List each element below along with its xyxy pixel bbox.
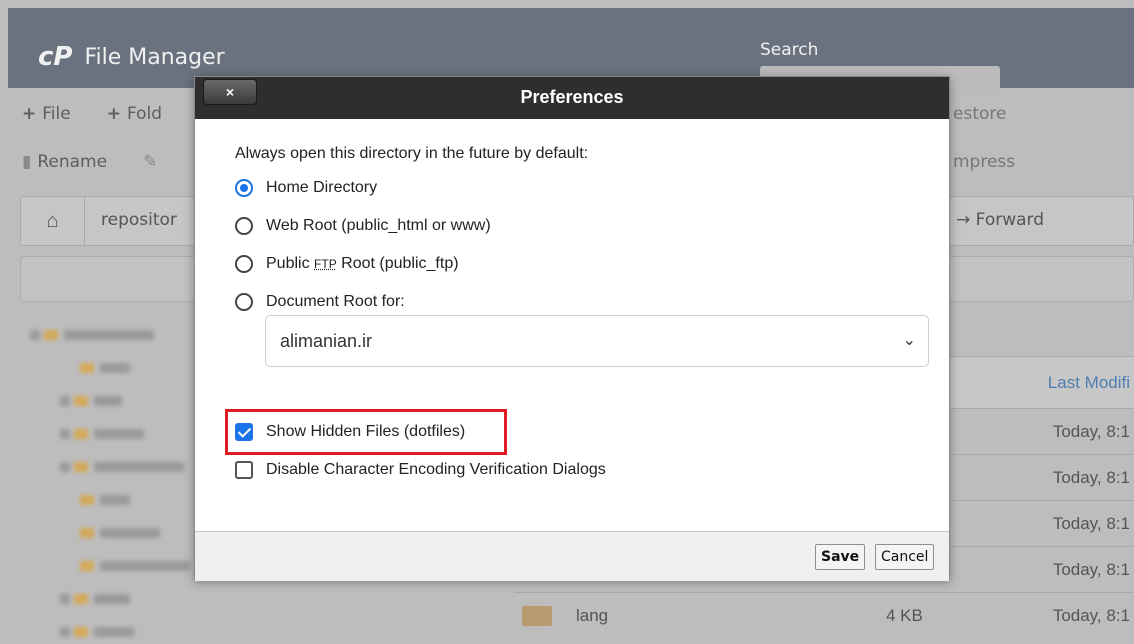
plus-icon: +	[106, 104, 121, 124]
save-button[interactable]: Save	[815, 544, 866, 570]
modified-cell: Today, 8:1	[1052, 559, 1130, 579]
default-directory-prompt: Always open this directory in the future…	[235, 145, 589, 162]
document-root-value: alimanian.ir	[280, 330, 373, 351]
chevron-down-icon: ⌄	[902, 332, 916, 349]
disable-encoding-checkbox[interactable]	[235, 461, 253, 479]
option-web-root-label: Web Root (public_html or www)	[266, 217, 491, 234]
home-icon: ⌂	[46, 209, 59, 232]
option-home-directory[interactable]: Home Directory	[235, 179, 377, 197]
dialog-footer: Save Cancel	[195, 531, 949, 581]
home-button[interactable]: ⌂	[21, 197, 85, 245]
option-document-root[interactable]: Document Root for:	[235, 293, 405, 311]
show-hidden-files-label: Show Hidden Files (dotfiles)	[266, 423, 466, 440]
plus-icon: +	[22, 104, 37, 124]
ftp-prefix: Public	[266, 255, 315, 272]
dialog-title: Preferences	[520, 87, 624, 107]
search-label: Search	[760, 40, 819, 60]
tree-item[interactable]	[30, 582, 510, 615]
new-folder-button[interactable]: + Fold	[107, 104, 162, 124]
rename-button[interactable]: ▮ Rename	[22, 152, 107, 172]
table-row[interactable]: lang 4 KB Today, 8:1	[514, 592, 1134, 638]
option-home-label: Home Directory	[266, 179, 378, 196]
cancel-button[interactable]: Cancel	[875, 544, 935, 570]
edit-button[interactable]: ✎	[143, 152, 163, 172]
column-last-modified[interactable]: Last Modifi	[1048, 373, 1130, 393]
disable-encoding-option[interactable]: Disable Character Encoding Verification …	[235, 461, 606, 479]
radio-home[interactable]	[235, 179, 253, 197]
forward-button[interactable]: → Forward	[956, 210, 1044, 230]
folder-icon	[522, 605, 552, 626]
disable-encoding-label: Disable Character Encoding Verification …	[266, 461, 606, 478]
cpanel-logo: cP	[38, 42, 73, 72]
radio-document-root[interactable]	[235, 293, 253, 311]
new-file-label: File	[42, 104, 71, 124]
option-web-root[interactable]: Web Root (public_html or www)	[235, 217, 491, 235]
modified-cell: Today, 8:1	[1052, 421, 1130, 441]
tree-item[interactable]	[30, 615, 510, 644]
document-root-select[interactable]: alimanian.ir ⌄	[265, 315, 929, 367]
preferences-dialog: × Preferences Always open this directory…	[194, 76, 950, 581]
app-title: File Manager	[84, 44, 225, 70]
dialog-body: Always open this directory in the future…	[195, 119, 949, 531]
option-document-root-label: Document Root for:	[266, 293, 405, 310]
modified-cell: Today, 8:1	[1052, 605, 1130, 625]
rename-label: Rename	[37, 152, 108, 172]
ftp-suffix: Root (public_ftp)	[336, 255, 459, 272]
name-cell: lang	[576, 605, 609, 625]
file-icon: ▮	[22, 152, 32, 172]
radio-web-root[interactable]	[235, 217, 253, 235]
brand: cP File Manager	[38, 42, 225, 72]
restore-button[interactable]: estore	[953, 104, 1006, 124]
radio-public-ftp[interactable]	[235, 255, 253, 273]
show-hidden-files-checkbox[interactable]	[235, 423, 253, 441]
option-ftp-label: Public FTP Root (public_ftp)	[266, 255, 459, 273]
show-hidden-files-option[interactable]: Show Hidden Files (dotfiles)	[235, 423, 465, 441]
pencil-icon: ✎	[143, 152, 158, 172]
compress-button[interactable]: mpress	[953, 152, 1015, 172]
new-file-button[interactable]: + File	[22, 104, 71, 124]
new-folder-label: Fold	[126, 104, 163, 124]
path-input[interactable]: repositor	[101, 210, 177, 230]
ftp-abbr: FTP	[314, 257, 337, 271]
modified-cell: Today, 8:1	[1052, 467, 1130, 487]
size-cell: 4 KB	[886, 605, 923, 625]
dialog-header: × Preferences	[195, 77, 949, 119]
option-public-ftp[interactable]: Public FTP Root (public_ftp)	[235, 255, 459, 273]
modified-cell: Today, 8:1	[1052, 513, 1130, 533]
